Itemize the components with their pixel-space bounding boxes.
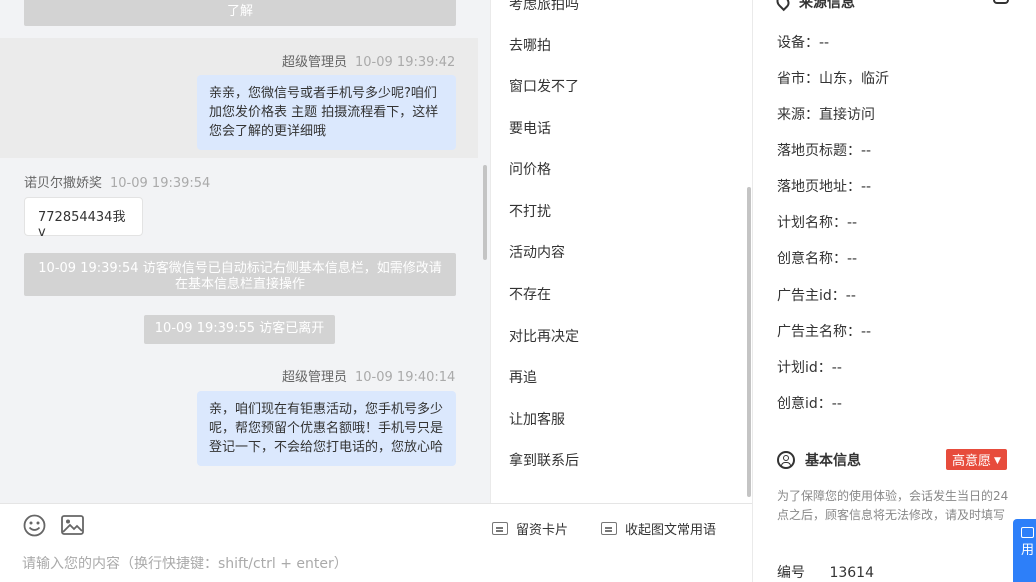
quick-reply-item[interactable]: 再追	[509, 367, 537, 387]
source-info-title: 来源信息	[773, 0, 855, 12]
message-icon	[601, 522, 617, 535]
source-row: 来源：直接访问	[777, 107, 875, 123]
id-row: 编号 13614	[777, 565, 874, 581]
source-row: 设备：--	[777, 35, 830, 51]
agent-message: 亲亲，您微信号或者手机号多少呢?咱们加您发价格表 主题 拍摄流程看下，这样您会了…	[197, 75, 456, 150]
agent-message: 亲，咱们现在有钜惠活动，您手机号多少呢，帮您预留个优惠名额哦！手机号只是登记一下…	[197, 391, 456, 466]
source-row: 计划id：--	[777, 360, 842, 376]
quick-reply-item[interactable]: 考虑旅拍吗	[509, 0, 579, 14]
collapse-phrases-button[interactable]: 收起图文常用语	[601, 519, 716, 538]
source-row: 创意名称：--	[777, 251, 858, 267]
quick-reply-item[interactable]: 不打扰	[509, 201, 551, 221]
user-icon	[777, 451, 795, 469]
visitor-message: 772854434我v	[24, 197, 143, 240]
quick-reply-item[interactable]: 问价格	[509, 159, 551, 179]
source-row: 落地页地址：--	[777, 179, 872, 195]
message-meta: 超级管理员 10-09 19:39:42	[282, 55, 456, 70]
source-row: 广告主id：--	[777, 288, 856, 304]
quick-reply-item[interactable]: 要电话	[509, 118, 551, 138]
message-meta: 超级管理员 10-09 19:40:14	[282, 370, 456, 385]
quick-reply-item[interactable]: 不存在	[509, 284, 551, 304]
source-row: 计划名称：--	[777, 215, 858, 231]
caret-down-icon: ▼	[994, 456, 1001, 466]
quick-reply-item[interactable]: 活动内容	[509, 242, 565, 262]
quick-reply-item[interactable]: 拿到联系后	[509, 450, 579, 470]
intent-dropdown[interactable]: 高意愿 ▼	[946, 449, 1007, 470]
quick-reply-item[interactable]: 对比再决定	[509, 326, 579, 346]
message-input[interactable]	[22, 556, 722, 572]
chat-scrollbar[interactable]	[483, 165, 487, 260]
source-row: 创意id：--	[777, 396, 842, 412]
edit-icon[interactable]	[993, 0, 1009, 4]
quick-reply-panel: 考虑旅拍吗 去哪拍 窗口发不了 要电话 问价格 不打扰 活动内容 不存在 对比再…	[490, 0, 752, 503]
message-meta: 诺贝尔撒娇奖 10-09 19:39:54	[24, 176, 211, 191]
floating-user-button[interactable]: 用	[1013, 519, 1036, 582]
quick-reply-item[interactable]: 让加客服	[509, 409, 565, 429]
source-row: 广告主名称：--	[777, 324, 872, 340]
chat-icon	[1021, 527, 1034, 538]
quick-reply-scrollbar[interactable]	[747, 187, 751, 497]
emoji-icon[interactable]	[23, 514, 46, 541]
edit-hint: 为了保障您的使用体验，会话发生当日的24点之后，顾客信息将无法修改，请及时填写	[777, 489, 1009, 522]
quick-reply-item[interactable]: 去哪拍	[509, 35, 551, 55]
card-icon	[492, 522, 508, 535]
location-icon	[773, 0, 793, 12]
lead-card-button[interactable]: 留资卡片	[492, 519, 568, 538]
image-icon[interactable]	[61, 515, 84, 539]
quick-reply-item[interactable]: 窗口发不了	[509, 76, 579, 96]
visitor-info-panel: 来源信息 设备：-- 省市：山东，临沂 来源：直接访问 落地页标题：-- 落地页…	[752, 0, 1036, 582]
basic-info-title: 基本信息	[777, 450, 861, 470]
message-composer: 留资卡片 收起图文常用语	[0, 503, 752, 582]
chat-panel: 了解 超级管理员 10-09 19:39:42 亲亲，您微信号或者手机号多少呢?咱…	[0, 0, 490, 503]
source-row: 落地页标题：--	[777, 143, 872, 159]
system-message: 10-09 19:39:55 访客已离开	[144, 315, 335, 344]
system-message-partial: 了解	[24, 0, 456, 26]
system-message: 10-09 19:39:54 访客微信号已自动标记右侧基本信息栏，如需修改请在基…	[24, 253, 456, 296]
source-row: 省市：山东，临沂	[777, 71, 889, 87]
